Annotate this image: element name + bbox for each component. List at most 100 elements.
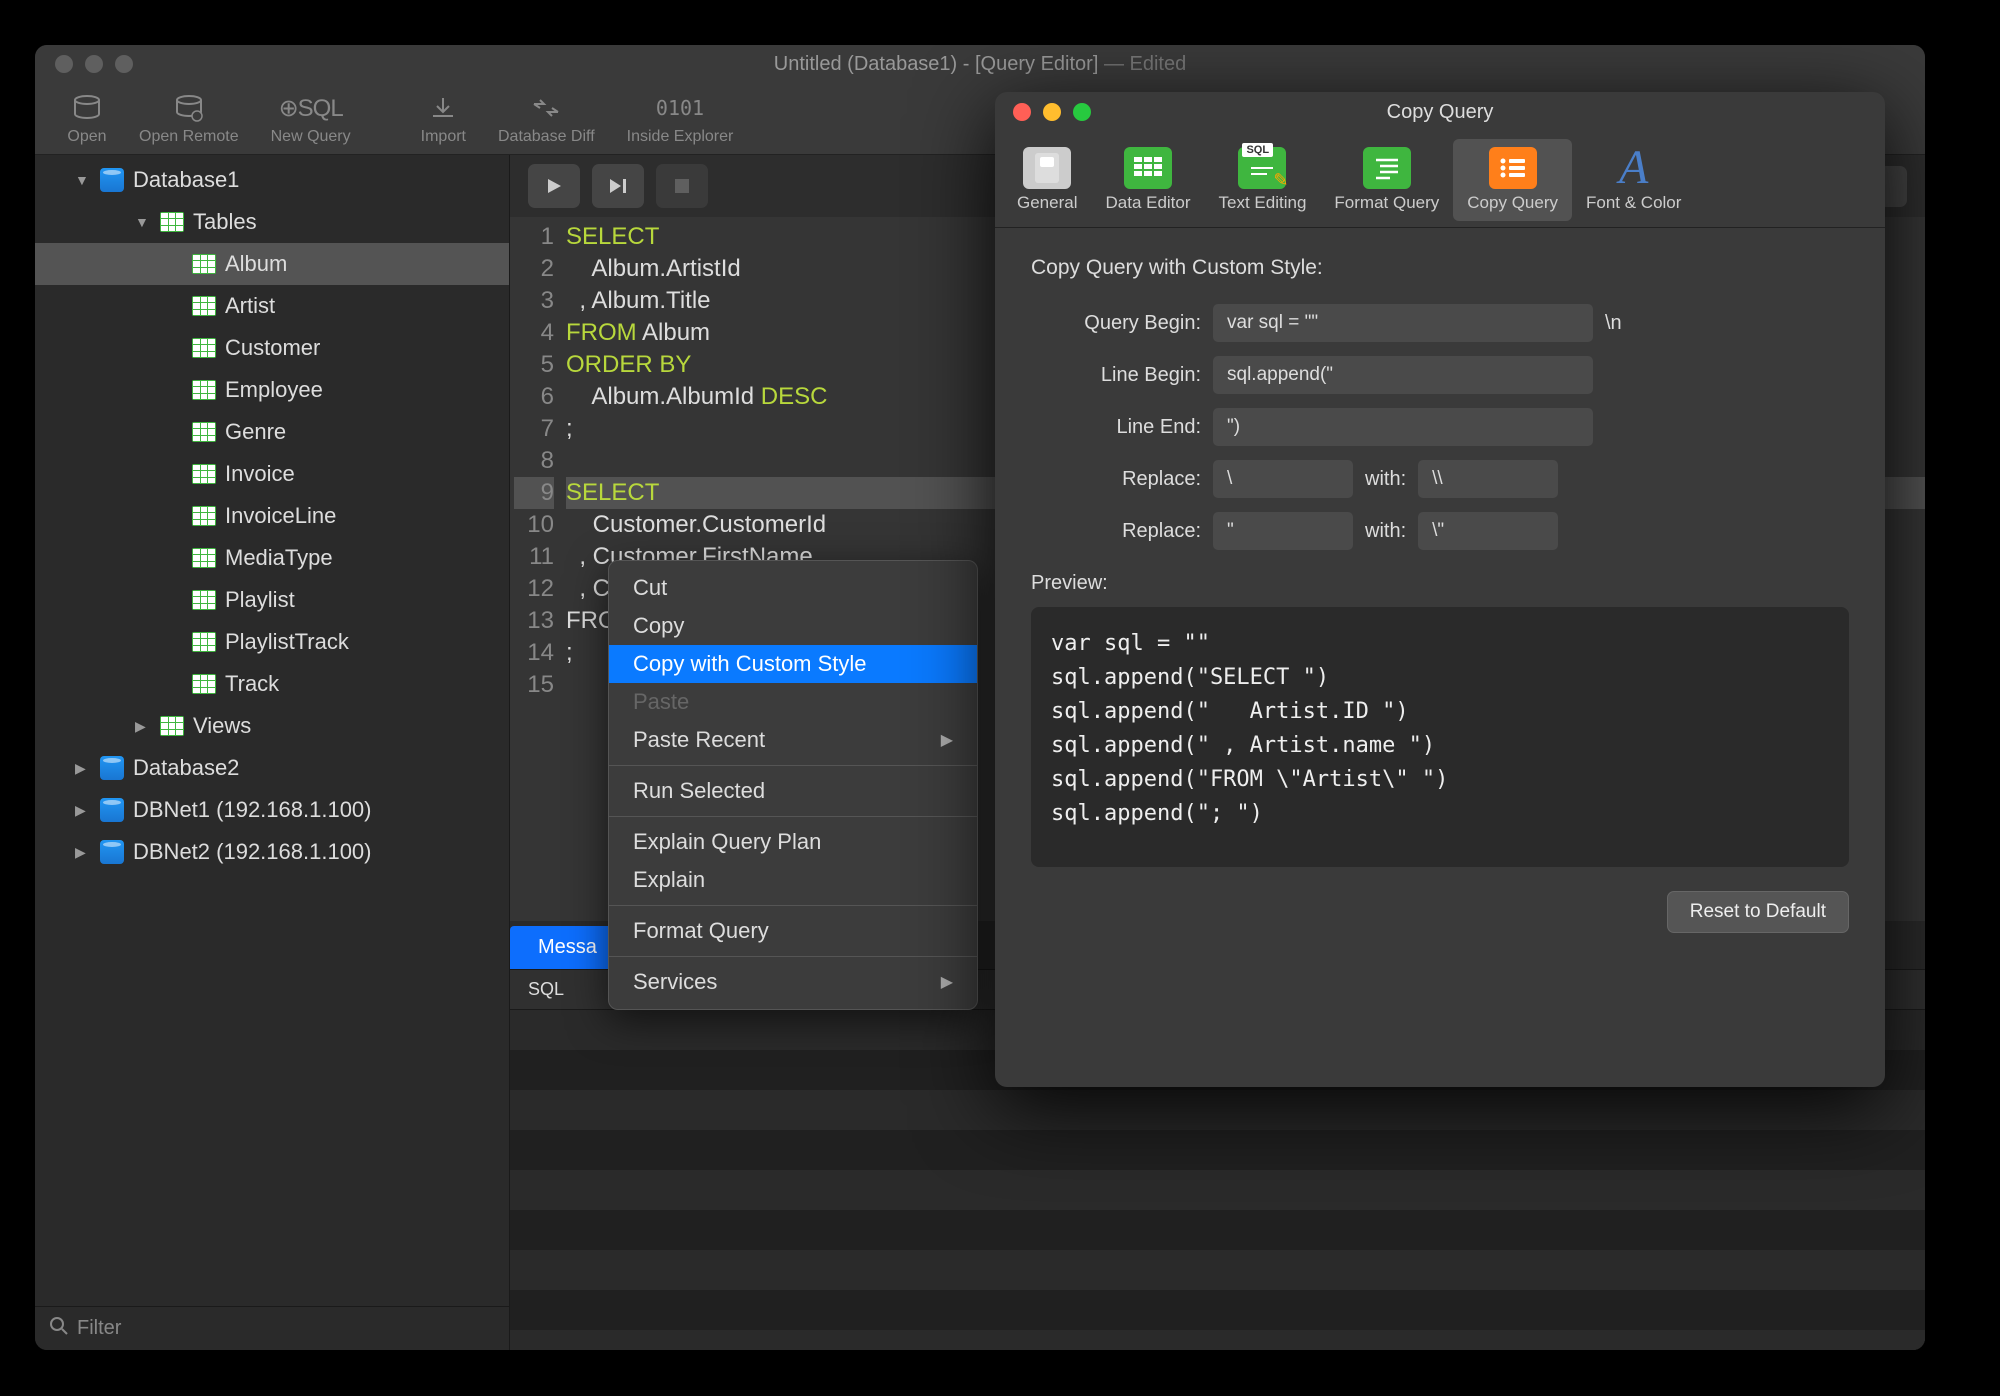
query-begin-label: Query Begin: xyxy=(1031,312,1201,335)
maximize-window-button[interactable] xyxy=(115,55,133,73)
ctx-format[interactable]: Format Query xyxy=(609,912,977,950)
close-window-button[interactable] xyxy=(55,55,73,73)
database-icon xyxy=(67,91,107,125)
prefs-title: Copy Query xyxy=(1387,101,1494,124)
with1-input[interactable] xyxy=(1418,460,1558,498)
prefs-tab-general[interactable]: General xyxy=(1003,139,1091,221)
stop-button[interactable] xyxy=(656,164,708,208)
new-query-button[interactable]: ⊕SQL New Query xyxy=(259,87,363,150)
prefs-tab-data-editor[interactable]: Data Editor xyxy=(1091,139,1204,221)
filter-bar xyxy=(35,1306,509,1350)
prefs-tab-format-query[interactable]: Format Query xyxy=(1320,139,1453,221)
chevron-right-icon: ▶ xyxy=(941,972,953,992)
prefs-minimize-button[interactable] xyxy=(1043,103,1061,121)
disclosure-icon[interactable]: ▶ xyxy=(75,844,91,861)
ctx-explain-plan[interactable]: Explain Query Plan xyxy=(609,823,977,861)
chevron-right-icon: ▶ xyxy=(941,730,953,750)
query-begin-input[interactable] xyxy=(1213,304,1593,342)
format-icon xyxy=(1363,147,1411,189)
switch-icon xyxy=(1023,147,1071,189)
line-end-label: Line End: xyxy=(1031,416,1201,439)
open-remote-button[interactable]: Open Remote xyxy=(127,87,251,150)
filter-input[interactable] xyxy=(77,1317,495,1340)
binary-icon: 0101 xyxy=(660,91,700,125)
tree-item-views[interactable]: ▶Views xyxy=(35,705,509,747)
disclosure-icon[interactable]: ▼ xyxy=(135,214,151,230)
ctx-explain[interactable]: Explain xyxy=(609,861,977,899)
prefs-toolbar: General Data Editor SQL ✎ Text Editing F… xyxy=(995,132,1885,228)
database-icon xyxy=(100,168,124,192)
tree-item-dbnet2-192-168-1-100-[interactable]: ▶DBNet2 (192.168.1.100) xyxy=(35,831,509,873)
table-icon xyxy=(192,674,216,694)
tree-item-label: Album xyxy=(225,251,287,277)
tree-item-customer[interactable]: Customer xyxy=(35,327,509,369)
with1-label: with: xyxy=(1365,468,1406,491)
replace2-input[interactable] xyxy=(1213,512,1353,550)
tree-item-database2[interactable]: ▶Database2 xyxy=(35,747,509,789)
tree-item-label: Tables xyxy=(193,209,257,235)
run-step-button[interactable] xyxy=(592,164,644,208)
import-button[interactable]: Import xyxy=(409,87,478,150)
disclosure-icon[interactable]: ▶ xyxy=(75,802,91,819)
tree-item-label: Invoice xyxy=(225,461,295,487)
sql-column-header[interactable]: SQL xyxy=(528,979,564,1000)
search-icon xyxy=(49,1316,69,1342)
tree-item-playlist[interactable]: Playlist xyxy=(35,579,509,621)
ctx-run-selected[interactable]: Run Selected xyxy=(609,772,977,810)
sidebar: ▼ Database1 ▼ Tables Album Artist CustomerEmpl… xyxy=(35,155,510,1350)
prefs-maximize-button[interactable] xyxy=(1073,103,1091,121)
ctx-copy-custom[interactable]: Copy with Custom Style xyxy=(609,645,977,683)
tree-item-tables[interactable]: ▼ Tables xyxy=(35,201,509,243)
table-icon xyxy=(192,632,216,652)
tree-item-label: Artist xyxy=(225,293,275,319)
tree-item-mediatype[interactable]: MediaType xyxy=(35,537,509,579)
disclosure-icon[interactable]: ▼ xyxy=(75,172,91,188)
ctx-paste-recent[interactable]: Paste Recent▶ xyxy=(609,721,977,759)
tree-item-album[interactable]: Album xyxy=(35,243,509,285)
minimize-window-button[interactable] xyxy=(85,55,103,73)
prefs-tab-copy-query[interactable]: Copy Query xyxy=(1453,139,1572,221)
traffic-lights xyxy=(55,55,133,73)
tree-item-invoiceline[interactable]: InvoiceLine xyxy=(35,495,509,537)
tree-item-artist[interactable]: Artist xyxy=(35,285,509,327)
database-tree[interactable]: ▼ Database1 ▼ Tables Album Artist CustomerEmpl… xyxy=(35,155,509,1306)
disclosure-icon[interactable]: ▶ xyxy=(135,718,151,735)
prefs-tab-text-editing[interactable]: SQL ✎ Text Editing xyxy=(1205,139,1321,221)
line-end-input[interactable] xyxy=(1213,408,1593,446)
prefs-close-button[interactable] xyxy=(1013,103,1031,121)
ctx-cut[interactable]: Cut xyxy=(609,569,977,607)
tree-item-invoice[interactable]: Invoice xyxy=(35,453,509,495)
tree-item-genre[interactable]: Genre xyxy=(35,411,509,453)
reset-button[interactable]: Reset to Default xyxy=(1667,891,1849,933)
ctx-copy[interactable]: Copy xyxy=(609,607,977,645)
window-title: Untitled (Database1) - [Query Editor] — … xyxy=(774,53,1186,76)
folder-icon xyxy=(160,716,184,736)
tree-item-track[interactable]: Track xyxy=(35,663,509,705)
table-icon xyxy=(192,380,216,400)
replace2-label: Replace: xyxy=(1031,520,1201,543)
prefs-tab-font-color[interactable]: A Font & Color xyxy=(1572,139,1695,221)
preferences-window: Copy Query General Data Editor SQL ✎ Tex… xyxy=(995,92,1885,1087)
context-menu: Cut Copy Copy with Custom Style Paste Pa… xyxy=(608,560,978,1010)
tree-item-dbnet1-192-168-1-100-[interactable]: ▶DBNet1 (192.168.1.100) xyxy=(35,789,509,831)
tree-item-playlisttrack[interactable]: PlaylistTrack xyxy=(35,621,509,663)
disclosure-icon[interactable]: ▶ xyxy=(75,760,91,777)
line-begin-input[interactable] xyxy=(1213,356,1593,394)
database-icon xyxy=(100,798,124,822)
table-icon xyxy=(192,254,216,274)
database-diff-button[interactable]: Database Diff xyxy=(486,87,607,150)
open-button[interactable]: Open xyxy=(55,87,119,150)
table-icon xyxy=(192,590,216,610)
replace1-input[interactable] xyxy=(1213,460,1353,498)
ctx-services[interactable]: Services▶ xyxy=(609,963,977,1001)
table-icon xyxy=(1124,147,1172,189)
with2-input[interactable] xyxy=(1418,512,1558,550)
inside-explorer-button[interactable]: 0101 Inside Explorer xyxy=(615,87,746,150)
tree-item-label: Track xyxy=(225,671,279,697)
preview-label: Preview: xyxy=(1031,572,1849,595)
run-button[interactable] xyxy=(528,164,580,208)
tree-item-database1[interactable]: ▼ Database1 xyxy=(35,159,509,201)
tree-item-employee[interactable]: Employee xyxy=(35,369,509,411)
tree-item-label: Database1 xyxy=(133,167,239,193)
line-begin-label: Line Begin: xyxy=(1031,364,1201,387)
